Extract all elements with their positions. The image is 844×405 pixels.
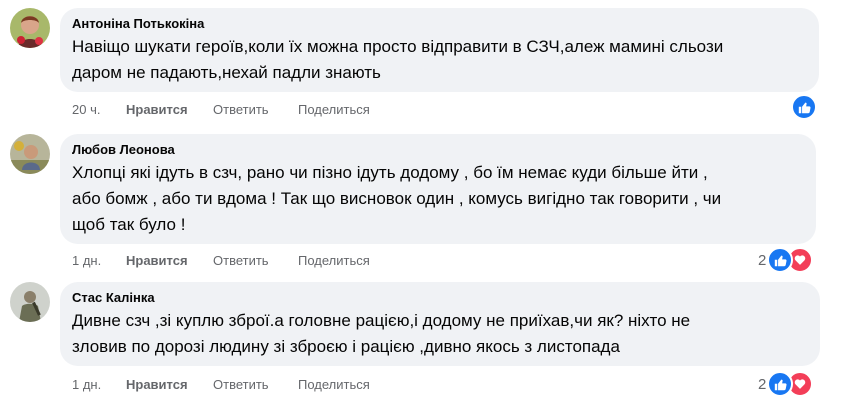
avatar[interactable]: [10, 282, 50, 322]
comment-text-line: зловив по дорозі людину зі зброєю і раці…: [72, 337, 620, 356]
like-link[interactable]: Нравится: [126, 377, 188, 393]
comment-bubble: Любов Леонова Хлопці які ідуть в сзч, ра…: [60, 134, 816, 244]
comment-text: Навіщо шукати героїв,коли їх можна прост…: [72, 34, 807, 86]
like-link[interactable]: Нравится: [126, 253, 188, 269]
thumbs-up-icon: [767, 371, 794, 397]
comment-author[interactable]: Стас Калінка: [72, 290, 808, 306]
comment-time[interactable]: 20 ч.: [72, 102, 100, 118]
avatar[interactable]: [10, 8, 50, 48]
comment-text-line: даром не падають,нехай падли знають: [72, 63, 381, 82]
share-link[interactable]: Поделиться: [298, 377, 370, 393]
comment-time[interactable]: 1 дн.: [72, 253, 101, 269]
reaction-summary[interactable]: 2: [758, 371, 814, 397]
comment-author[interactable]: Антоніна Потькокіна: [72, 16, 807, 32]
like-link[interactable]: Нравится: [126, 102, 188, 118]
comment-text-line: Дивне сзч ,зі куплю зброї.а головне раці…: [72, 311, 691, 330]
comment-author[interactable]: Любов Леонова: [72, 142, 804, 158]
comment-time[interactable]: 1 дн.: [72, 377, 101, 393]
comment-text-line: Навіщо шукати героїв,коли їх можна прост…: [72, 37, 724, 56]
avatar[interactable]: [10, 134, 50, 174]
reply-link[interactable]: Ответить: [213, 377, 269, 393]
reply-link[interactable]: Ответить: [213, 102, 269, 118]
share-link[interactable]: Поделиться: [298, 102, 370, 118]
comment-text: Хлопці які ідуть в сзч, рано чи пізно ід…: [72, 160, 804, 238]
reply-link[interactable]: Ответить: [213, 253, 269, 269]
comment-bubble: Стас Калінка Дивне сзч ,зі куплю зброї.а…: [60, 282, 820, 366]
thumbs-up-icon: [791, 94, 817, 120]
comment-text-line: Хлопці які ідуть в сзч, рано чи пізно ід…: [72, 163, 708, 182]
reaction-summary[interactable]: 2: [758, 247, 814, 273]
reaction-count: 2: [758, 375, 767, 393]
reaction-summary[interactable]: [790, 94, 817, 120]
reaction-count: 2: [758, 251, 767, 269]
comment-text-line: або бомж , або ти вдома ! Так що висново…: [72, 189, 722, 208]
comment-bubble: Антоніна Потькокіна Навіщо шукати героїв…: [60, 8, 819, 92]
thumbs-up-icon: [767, 247, 794, 273]
comment-text-line: щоб так було !: [72, 215, 186, 234]
comment-text: Дивне сзч ,зі куплю зброї.а головне раці…: [72, 308, 808, 360]
share-link[interactable]: Поделиться: [298, 253, 370, 269]
